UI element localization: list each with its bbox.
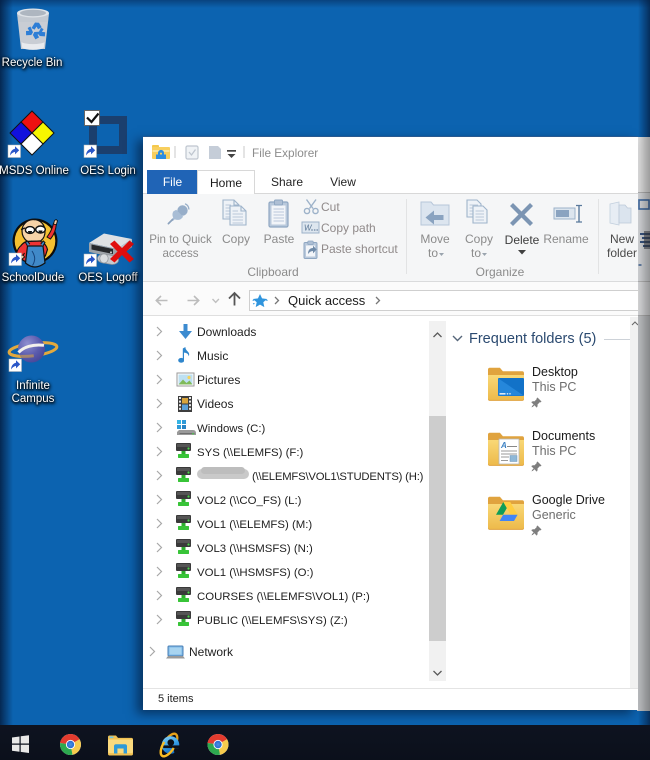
svg-text:Move: Move	[420, 232, 450, 246]
svg-text:This PC: This PC	[532, 380, 576, 394]
svg-text:This PC: This PC	[532, 444, 576, 458]
svg-text:Generic: Generic	[532, 508, 576, 522]
svg-text:SchoolDude: SchoolDude	[2, 272, 65, 284]
svg-text:Downloads: Downloads	[197, 325, 256, 339]
svg-text:folder: folder	[607, 246, 637, 260]
svg-text:PUBLIC (\\ELEMFS\SYS) (Z:): PUBLIC (\\ELEMFS\SYS) (Z:)	[197, 615, 348, 627]
svg-text:Infinite: Infinite	[16, 380, 50, 392]
svg-text:Rename: Rename	[543, 232, 589, 246]
svg-text:New: New	[610, 232, 634, 246]
svg-text:Copy: Copy	[465, 232, 493, 246]
svg-text:(\\ELEMFS\VOL1\STUDENTS) (H:): (\\ELEMFS\VOL1\STUDENTS) (H:)	[252, 471, 424, 483]
svg-text:Recycle Bin: Recycle Bin	[2, 57, 63, 69]
svg-text:to: to	[471, 246, 481, 260]
svg-text:Copy: Copy	[222, 232, 250, 246]
svg-text:Paste shortcut: Paste shortcut	[321, 242, 398, 256]
svg-text:Network: Network	[189, 645, 234, 659]
svg-text:COURSES (\\ELEMFS\VOL1) (P:): COURSES (\\ELEMFS\VOL1) (P:)	[197, 591, 370, 603]
svg-text:OES Login: OES Login	[80, 165, 136, 177]
svg-text:Videos: Videos	[197, 397, 233, 411]
svg-text:OES Logoff: OES Logoff	[78, 272, 138, 284]
svg-text:MSDS Online: MSDS Online	[0, 165, 69, 177]
svg-text:Organize: Organize	[476, 265, 525, 279]
svg-text:Cut: Cut	[321, 200, 340, 214]
svg-text:Delete: Delete	[505, 233, 540, 247]
svg-text:VOL1 (\\ELEMFS) (M:): VOL1 (\\ELEMFS) (M:)	[197, 519, 312, 531]
svg-text:Paste: Paste	[264, 232, 295, 246]
svg-text:Desktop: Desktop	[532, 365, 578, 379]
svg-text:Clipboard: Clipboard	[247, 265, 298, 279]
svg-text:Music: Music	[197, 349, 228, 363]
svg-text:Pictures: Pictures	[197, 373, 240, 387]
svg-text:Google Drive: Google Drive	[532, 493, 605, 507]
svg-text:access: access	[162, 247, 198, 260]
svg-text:VOL1 (\\HSMSFS) (O:): VOL1 (\\HSMSFS) (O:)	[197, 567, 314, 579]
svg-text:A: A	[500, 441, 507, 450]
svg-text:Pin to Quick: Pin to Quick	[149, 233, 212, 246]
svg-text:Campus: Campus	[12, 393, 55, 405]
svg-text:Windows (C:): Windows (C:)	[197, 423, 266, 435]
svg-text:SYS (\\ELEMFS) (F:): SYS (\\ELEMFS) (F:)	[197, 447, 304, 459]
svg-text:Copy path: Copy path	[321, 221, 376, 235]
svg-text:Quick access: Quick access	[288, 293, 366, 308]
svg-text:Frequent folders (5): Frequent folders (5)	[469, 331, 596, 347]
svg-text:to: to	[428, 246, 438, 260]
svg-text:VOL2 (\\CO_FS) (L:): VOL2 (\\CO_FS) (L:)	[197, 495, 302, 507]
svg-text:Documents: Documents	[532, 429, 595, 443]
svg-text:VOL3 (\\HSMSFS) (N:): VOL3 (\\HSMSFS) (N:)	[197, 543, 313, 555]
svg-text:File Explorer: File Explorer	[252, 146, 318, 160]
